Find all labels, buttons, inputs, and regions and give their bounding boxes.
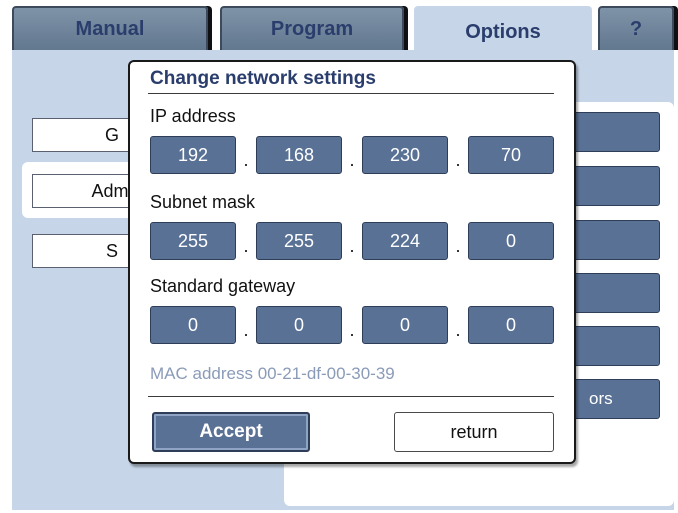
gateway-octet-2[interactable]: 0 xyxy=(256,306,342,344)
subnet-octet-4[interactable]: 0 xyxy=(468,222,554,260)
subnet-dot-2: . xyxy=(349,236,355,256)
ip-octet-1[interactable]: 192 xyxy=(150,136,236,174)
ip-octet-3[interactable]: 230 xyxy=(362,136,448,174)
ip-octet-4[interactable]: 70 xyxy=(468,136,554,174)
bottom-divider xyxy=(148,396,554,397)
gateway-label: Standard gateway xyxy=(150,276,296,296)
tab-program[interactable]: Program xyxy=(220,6,404,50)
subnet-dot-1: . xyxy=(243,236,249,256)
return-button[interactable]: return xyxy=(394,412,554,452)
ip-address-row: 192 . 168 . 230 . 70 xyxy=(150,136,556,176)
mac-address-text: MAC address 00-21-df-00-30-39 xyxy=(150,364,395,383)
gateway-octet-3[interactable]: 0 xyxy=(362,306,448,344)
gateway-dot-1: . xyxy=(243,320,249,340)
subnet-mask-label: Subnet mask xyxy=(150,192,256,212)
gateway-dot-2: . xyxy=(349,320,355,340)
tab-options[interactable]: Options xyxy=(414,6,592,56)
subnet-mask-row: 255 . 255 . 224 . 0 xyxy=(150,222,556,262)
tab-help[interactable]: ? xyxy=(598,6,674,50)
title-divider xyxy=(148,93,554,94)
subnet-octet-2[interactable]: 255 xyxy=(256,222,342,260)
subnet-octet-1[interactable]: 255 xyxy=(150,222,236,260)
network-settings-dialog: Change network settings IP address 192 .… xyxy=(128,60,576,464)
accept-button[interactable]: Accept xyxy=(152,412,310,452)
ip-dot-2: . xyxy=(349,150,355,170)
subnet-dot-3: . xyxy=(455,236,461,256)
subnet-octet-3[interactable]: 224 xyxy=(362,222,448,260)
gateway-row: 0 . 0 . 0 . 0 xyxy=(150,306,556,346)
gateway-octet-1[interactable]: 0 xyxy=(150,306,236,344)
gateway-octet-4[interactable]: 0 xyxy=(468,306,554,344)
ip-address-label: IP address xyxy=(150,106,236,126)
tab-manual[interactable]: Manual xyxy=(12,6,208,50)
dialog-title: Change network settings xyxy=(150,68,376,89)
ip-dot-1: . xyxy=(243,150,249,170)
ip-dot-3: . xyxy=(455,150,461,170)
ip-octet-2[interactable]: 168 xyxy=(256,136,342,174)
gateway-dot-3: . xyxy=(455,320,461,340)
